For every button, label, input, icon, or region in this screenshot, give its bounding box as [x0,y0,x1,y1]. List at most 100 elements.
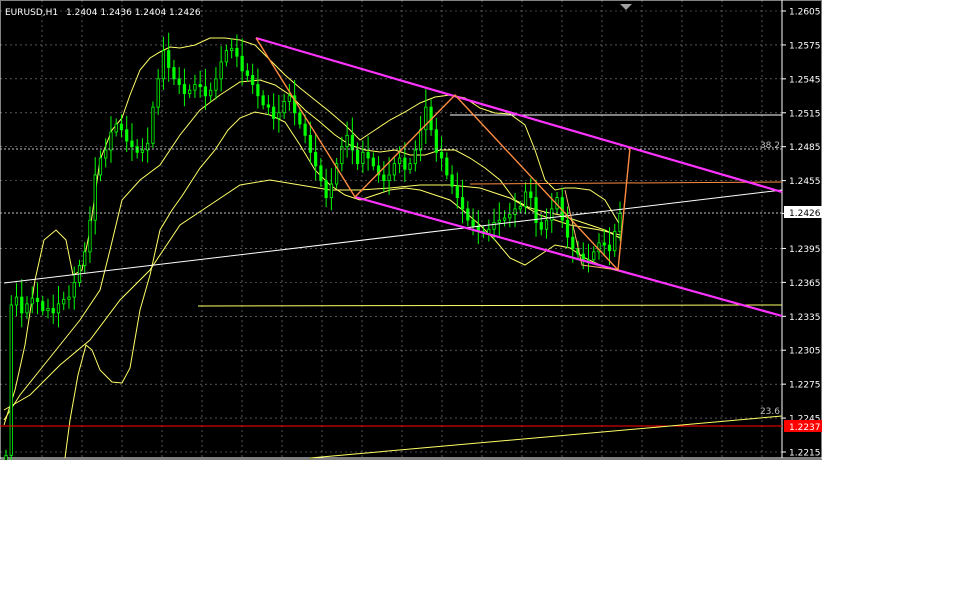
candle-body [251,75,255,85]
price-tick-label: 1.2605 [789,8,821,18]
candle-body [324,180,328,198]
candle-body [445,157,449,176]
candle-body [266,104,270,108]
candle-body [602,242,606,246]
candle-body [492,222,496,230]
candle-body [98,157,103,176]
price-tick-label: 1.2275 [789,381,821,391]
candle-body [508,214,512,219]
candle-body [529,191,533,198]
candle-body [161,50,166,80]
candle-body [104,149,108,159]
candle-body [277,112,281,119]
price-tick-label: 1.2335 [789,313,821,323]
candle-body [130,140,134,148]
fib-label-23: 23.6 [760,407,780,417]
candle-body [214,78,218,91]
price-tick-label: 1.2515 [789,109,821,119]
candle-body [581,253,585,261]
candle-body [387,174,391,182]
chart-window[interactable]: 1.2605 1.2575 1.2545 1.2515 1.2485 1.2455 1.23… [0,0,822,460]
candle-body [471,219,475,227]
candle-body [156,78,160,108]
price-tick-label: 1.2455 [789,177,821,187]
level-price-label: 1.2237 [789,423,821,433]
candle-body [586,259,591,262]
fib-label-38: 38.2 [760,141,780,151]
price-tick-label: 1.2365 [789,279,821,289]
candle-body [114,123,118,133]
candle-body [466,208,470,221]
candle-body [177,78,181,85]
candle-body [62,298,66,305]
candle-body [497,219,501,223]
price-tick-label: 1.2395 [789,245,821,255]
candle-body [20,296,24,314]
candle-body [403,157,407,170]
candle-body [439,151,444,159]
candle-body [513,208,517,215]
candle-body [209,89,213,97]
candle-body [502,217,507,221]
candle-body [125,129,129,142]
candle-body [613,231,617,252]
candle-body [203,86,208,97]
candle-body [135,146,139,153]
candle-body [544,219,549,230]
candle-body [550,208,554,221]
candle-body [397,157,402,165]
candle-body [4,454,8,460]
candle-body [366,151,370,159]
symbol-label: EURUSD,H1 [5,8,58,18]
candle-body [618,213,622,232]
candle-body [25,303,29,314]
candle-body [83,251,87,266]
candle-body [565,219,570,238]
candle-body [408,163,412,170]
candle-body [51,307,55,314]
candle-body [523,191,528,208]
candle-body [287,95,291,102]
candle-body [245,70,250,76]
candle-body [240,55,244,72]
candle-body [314,151,318,167]
candle-body [46,307,50,312]
candle-body [455,185,459,198]
candle-body [182,84,187,94]
candlestick [9,295,13,460]
candle-body [303,123,307,136]
candle-body [361,151,365,165]
candle-body [151,106,155,144]
candle-body [30,297,34,305]
chart-background [0,0,822,460]
candle-body [67,296,71,300]
candle-body [172,67,176,80]
candle-body [571,236,575,249]
candle-body [167,50,171,68]
candle-body [413,149,417,165]
candle-body [41,301,45,312]
candle-body [392,163,396,176]
candle-body [219,61,223,80]
candle-body [329,183,333,198]
candle-body [119,123,124,131]
candle-body [230,47,234,51]
candlestick [151,101,155,148]
candle-body [592,251,596,261]
level-price-badge: 1.2237 [784,420,822,433]
candle-body [224,50,229,63]
candle-body [261,95,265,106]
candle-body [9,304,13,456]
price-tick-label: 1.2305 [789,347,821,357]
candle-body [282,101,286,114]
candle-body [539,222,543,230]
candle-body [450,174,454,187]
candle-body [345,134,349,148]
price-tick-label: 1.2545 [789,75,821,85]
chart-plot[interactable]: 1.2605 1.2575 1.2545 1.2515 1.2485 1.2455 1.23… [0,0,822,460]
candle-body [235,47,239,57]
ohlc-quote: 1.2404 1.2436 1.2404 1.2426 [66,8,201,18]
candle-body [193,84,197,91]
candle-body [418,129,423,151]
candle-body [607,244,612,252]
